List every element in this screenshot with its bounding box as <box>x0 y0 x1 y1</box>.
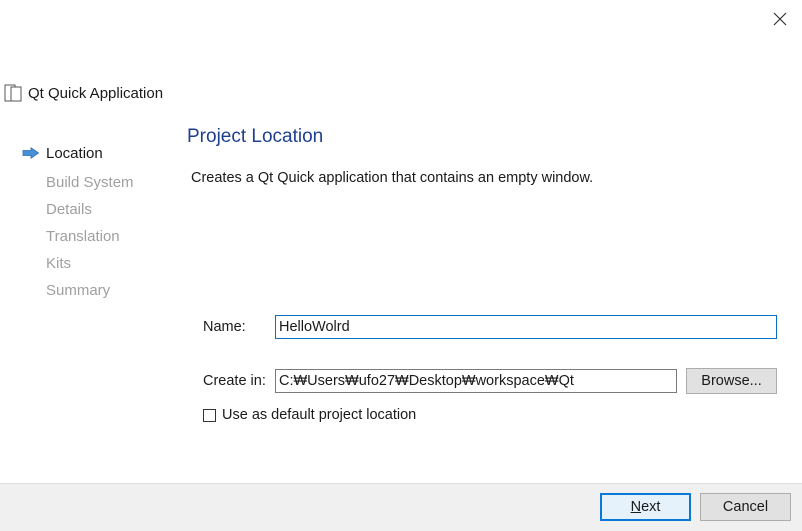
document-icon <box>4 84 22 102</box>
step-label: Build System <box>46 173 134 191</box>
default-location-option[interactable]: Use as default project location <box>203 405 416 425</box>
step-kits: Kits <box>0 252 170 274</box>
step-summary: Summary <box>0 279 170 301</box>
default-location-label: Use as default project location <box>222 407 417 423</box>
step-label: Translation <box>46 227 120 245</box>
default-location-checkbox[interactable] <box>203 408 216 422</box>
name-input[interactable] <box>275 315 777 339</box>
step-label: Location <box>46 144 103 162</box>
close-button[interactable] <box>764 4 796 34</box>
next-label-rest: ext <box>641 499 661 515</box>
next-accelerator-key: N <box>630 499 642 515</box>
next-button[interactable]: Next <box>600 493 691 521</box>
current-step-arrow-icon <box>22 147 40 159</box>
page-title: Project Location <box>187 126 324 147</box>
next-button-label: Next <box>631 499 661 515</box>
cancel-button[interactable]: Cancel <box>700 493 791 521</box>
wizard-window: Qt Quick Application Location Build Syst… <box>0 0 802 531</box>
step-label: Details <box>46 200 92 218</box>
name-label: Name: <box>203 319 246 335</box>
step-label: Kits <box>46 254 72 272</box>
wizard-title: Qt Quick Application <box>28 84 164 102</box>
step-details: Details <box>0 198 170 220</box>
close-icon <box>773 12 787 26</box>
browse-button-label: Browse... <box>701 373 762 389</box>
step-build-system: Build System <box>0 171 170 193</box>
browse-button[interactable]: Browse... <box>686 368 777 394</box>
wizard-header: Qt Quick Application <box>0 80 163 106</box>
step-translation: Translation <box>0 225 170 247</box>
create-in-label: Create in: <box>203 373 266 389</box>
page-description: Creates a Qt Quick application that cont… <box>191 170 594 186</box>
step-label: Summary <box>46 281 111 299</box>
cancel-button-label: Cancel <box>722 499 769 515</box>
step-location: Location <box>0 142 170 164</box>
create-in-input[interactable] <box>275 369 677 393</box>
